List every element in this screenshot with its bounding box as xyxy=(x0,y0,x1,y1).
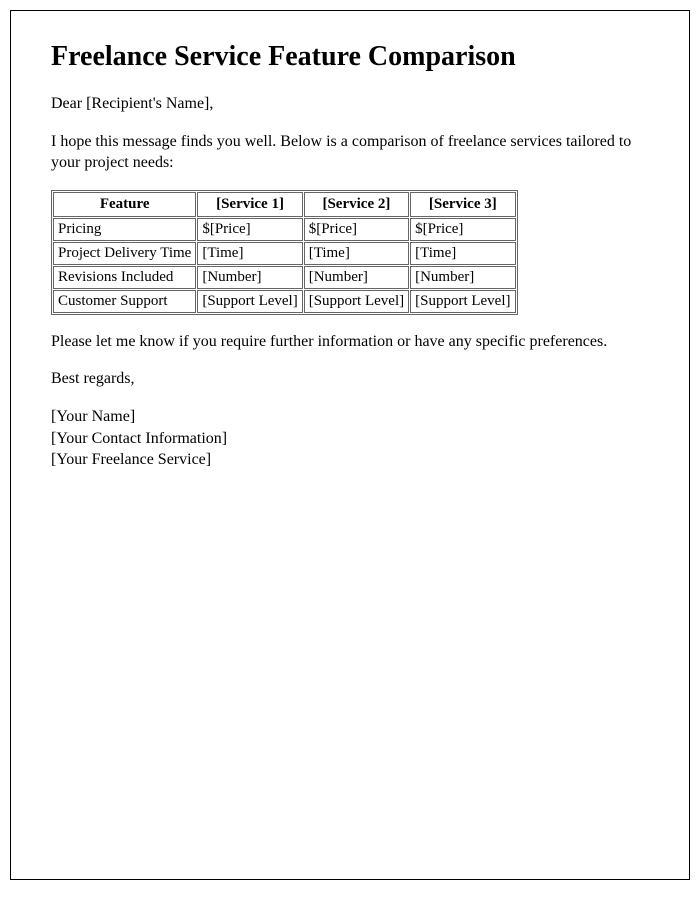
cell-value: $[Price] xyxy=(304,218,409,241)
intro-paragraph: I hope this message finds you well. Belo… xyxy=(51,131,649,174)
header-service-3: [Service 3] xyxy=(410,192,515,217)
cell-value: [Time] xyxy=(304,242,409,265)
header-service-2: [Service 2] xyxy=(304,192,409,217)
cell-feature: Project Delivery Time xyxy=(53,242,196,265)
table-header-row: Feature [Service 1] [Service 2] [Service… xyxy=(53,192,516,217)
cell-value: $[Price] xyxy=(410,218,515,241)
cell-feature: Pricing xyxy=(53,218,196,241)
header-feature: Feature xyxy=(53,192,196,217)
document-page: Freelance Service Feature Comparison Dea… xyxy=(10,10,690,880)
cell-feature: Revisions Included xyxy=(53,266,196,289)
cell-value: [Support Level] xyxy=(304,290,409,313)
cell-value: [Number] xyxy=(410,266,515,289)
header-service-1: [Service 1] xyxy=(197,192,302,217)
cell-value: [Number] xyxy=(304,266,409,289)
cell-value: $[Price] xyxy=(197,218,302,241)
table-row: Project Delivery Time [Time] [Time] [Tim… xyxy=(53,242,516,265)
cell-value: [Support Level] xyxy=(410,290,515,313)
cell-feature: Customer Support xyxy=(53,290,196,313)
page-title: Freelance Service Feature Comparison xyxy=(51,41,649,73)
signature-contact: [Your Contact Information] xyxy=(51,428,649,450)
table-row: Customer Support [Support Level] [Suppor… xyxy=(53,290,516,313)
greeting-line: Dear [Recipient's Name], xyxy=(51,93,649,115)
table-row: Pricing $[Price] $[Price] $[Price] xyxy=(53,218,516,241)
closing-line: Best regards, xyxy=(51,368,649,390)
comparison-table: Feature [Service 1] [Service 2] [Service… xyxy=(51,190,518,315)
cell-value: [Number] xyxy=(197,266,302,289)
signature-block: [Your Name] [Your Contact Information] [… xyxy=(51,406,649,471)
signature-service: [Your Freelance Service] xyxy=(51,449,649,471)
table-row: Revisions Included [Number] [Number] [Nu… xyxy=(53,266,516,289)
cell-value: [Time] xyxy=(197,242,302,265)
cell-value: [Support Level] xyxy=(197,290,302,313)
signature-name: [Your Name] xyxy=(51,406,649,428)
outro-paragraph: Please let me know if you require furthe… xyxy=(51,331,649,353)
cell-value: [Time] xyxy=(410,242,515,265)
